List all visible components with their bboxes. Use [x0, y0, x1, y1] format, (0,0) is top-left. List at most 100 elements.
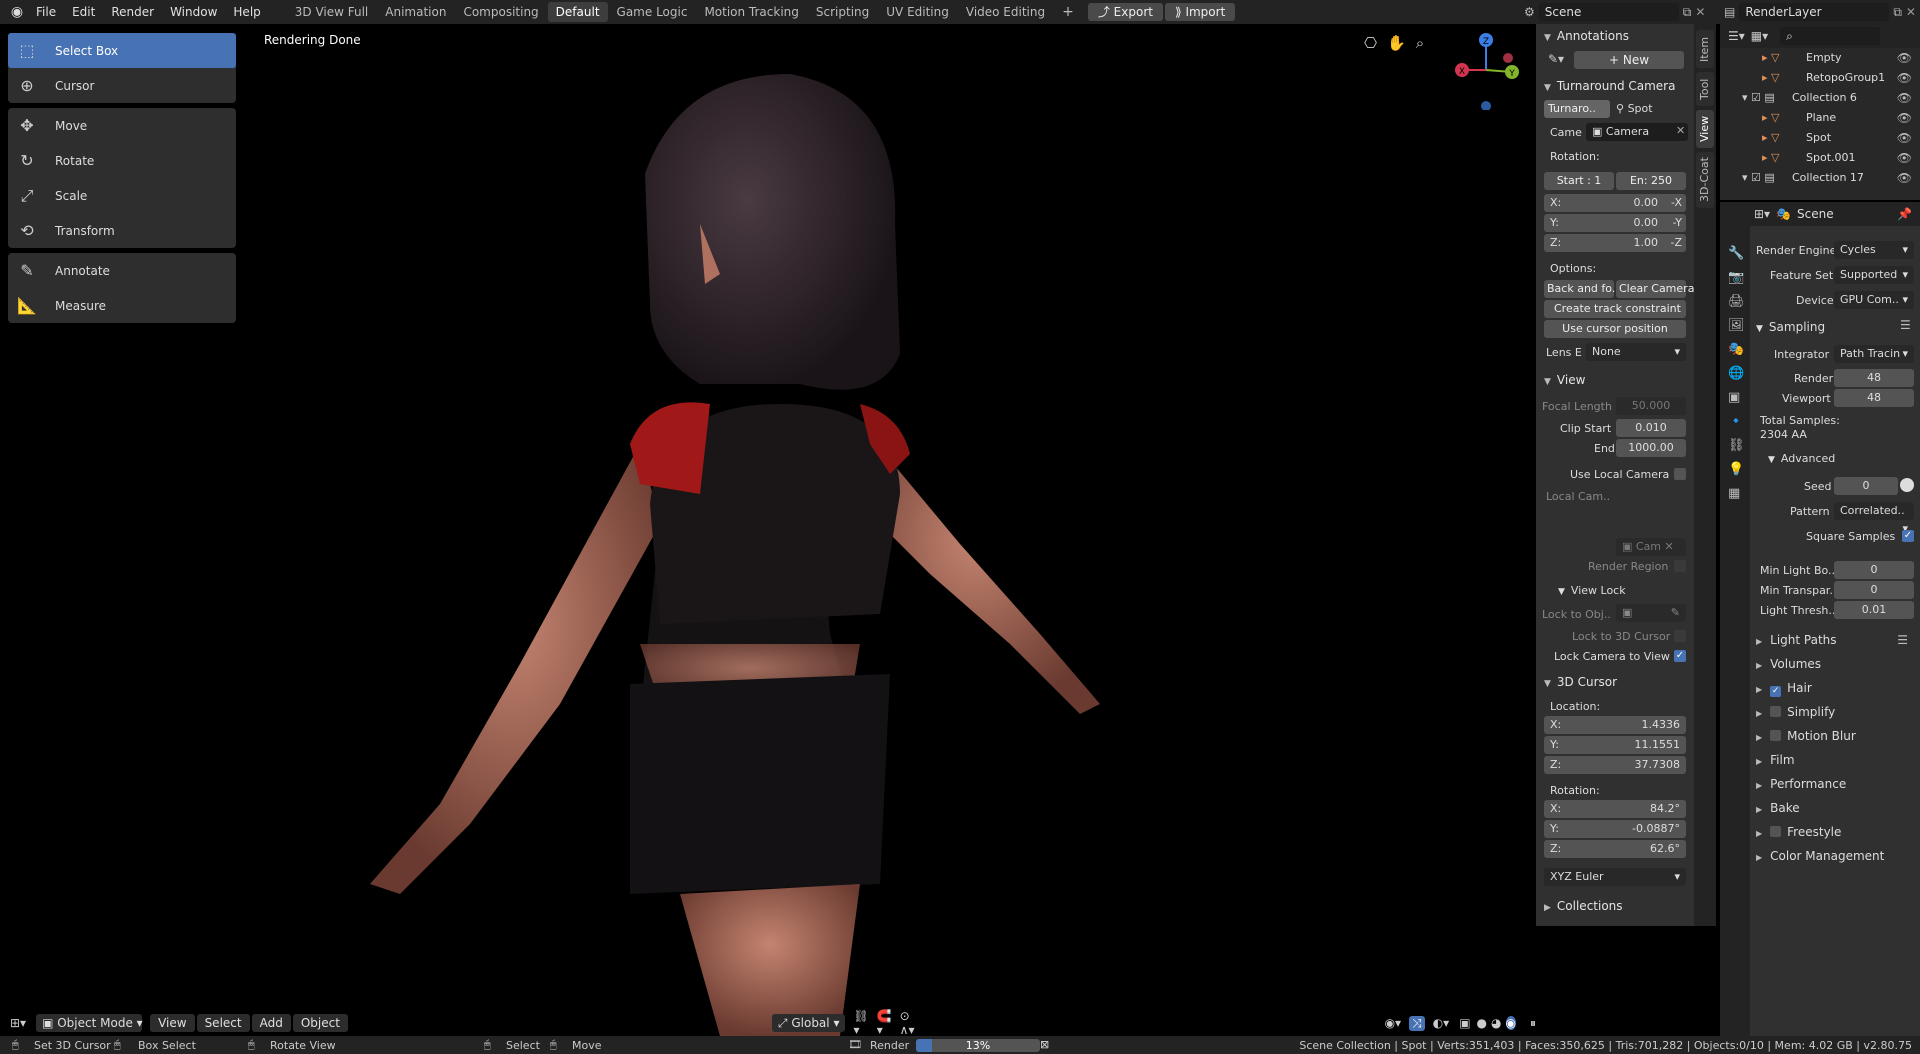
annotations-header[interactable]: ▼ Annotations: [1536, 24, 1694, 48]
workspace-tab-scripting[interactable]: Scripting: [808, 2, 877, 22]
panel-motion-blur[interactable]: ▶ Motion Blur: [1750, 724, 1920, 748]
square-samples-checkbox[interactable]: ✓: [1902, 530, 1914, 542]
menu-edit[interactable]: Edit: [64, 0, 103, 24]
shading-material-icon[interactable]: ◕: [1491, 1016, 1501, 1030]
z-axis-button[interactable]: -Z: [1670, 234, 1682, 252]
turnaround-tab[interactable]: Turnaro..: [1544, 100, 1610, 118]
visibility-eye-icon[interactable]: 👁: [1897, 48, 1912, 68]
tool-transform[interactable]: ⟲ Transform: [8, 213, 236, 248]
workspace-tab-default[interactable]: Default: [547, 2, 608, 22]
header-menu-view[interactable]: View: [150, 1014, 195, 1032]
properties-editor-icon[interactable]: ⊞▾: [1754, 207, 1770, 221]
pattern-dropdown[interactable]: Correlated.. ▾: [1834, 502, 1914, 535]
outliner-item[interactable]: ▾ ☑ ▤ Collection 17 👁: [1720, 168, 1920, 188]
outliner-item[interactable]: ▸ ▽ RetopoGroup1 👁: [1720, 68, 1920, 88]
outliner-editor-icon[interactable]: ☰▾: [1728, 29, 1745, 43]
menu-render[interactable]: Render: [103, 0, 162, 24]
view-lock-header[interactable]: ▼ View Lock: [1558, 584, 1626, 597]
menu-window[interactable]: Window: [162, 0, 225, 24]
y-axis-button[interactable]: -Y: [1673, 214, 1682, 232]
modifier-props-icon[interactable]: 🔹: [1728, 410, 1745, 434]
back-and-forth-button[interactable]: Back and fo..: [1544, 280, 1619, 298]
view-layer-props-icon[interactable]: 🖼: [1728, 314, 1745, 338]
transform-orientation-dropdown[interactable]: ⤢ Global ▾: [771, 1014, 846, 1032]
panel-performance[interactable]: ▶ Performance: [1750, 772, 1920, 796]
lock-to-object-field[interactable]: ▣ ✎: [1616, 604, 1686, 622]
light-threshold-field[interactable]: 0.01: [1834, 601, 1914, 619]
shading-solid-icon[interactable]: ●: [1477, 1016, 1487, 1030]
focal-length-field[interactable]: 50.000: [1616, 397, 1686, 415]
start-frame-field[interactable]: Start : 1: [1544, 172, 1614, 190]
tool-measure[interactable]: 📐 Measure: [8, 288, 236, 323]
lock-to-3d-cursor-checkbox[interactable]: [1674, 630, 1686, 642]
scene-selector[interactable]: Scene: [1538, 3, 1679, 21]
output-props-icon[interactable]: 🖨: [1728, 290, 1745, 314]
cursor-rot-z-field[interactable]: Z: 62.6°: [1544, 840, 1686, 858]
workspace-tab-animation[interactable]: Animation: [377, 2, 454, 22]
tab-tool[interactable]: Tool: [1696, 72, 1714, 106]
cursor-loc-x-field[interactable]: X: 1.4336: [1544, 716, 1686, 734]
workspace-tab-game-logic[interactable]: Game Logic: [609, 2, 696, 22]
min-transparent-bounces-field[interactable]: 0: [1834, 581, 1914, 599]
workspace-tab-motion-tracking[interactable]: Motion Tracking: [696, 2, 806, 22]
visibility-eye-icon[interactable]: 👁: [1897, 128, 1912, 148]
cursor-rot-x-field[interactable]: X: 84.2°: [1544, 800, 1686, 818]
outliner-item[interactable]: ▸ ▽ Spot 👁: [1720, 128, 1920, 148]
panel-film[interactable]: ▶ Film: [1750, 748, 1920, 772]
integrator-dropdown[interactable]: Path Tracin ▾: [1834, 345, 1914, 363]
overlays-icon[interactable]: ◐▾: [1433, 1016, 1450, 1030]
use-cursor-position-button[interactable]: Use cursor position: [1544, 320, 1686, 338]
panel-bake[interactable]: ▶ Bake: [1750, 796, 1920, 820]
scene-props-icon[interactable]: 🎭: [1728, 338, 1745, 362]
data-props-icon[interactable]: 💡: [1728, 458, 1745, 482]
render-props-icon[interactable]: 📷: [1728, 266, 1745, 290]
object-props-icon[interactable]: ▣: [1728, 386, 1745, 410]
rotation-mode-dropdown[interactable]: XYZ Euler ▾: [1544, 868, 1686, 886]
panel-light-paths[interactable]: ▶ Light Paths ☰: [1750, 628, 1920, 652]
delete-layer-icon[interactable]: ✕: [1906, 5, 1916, 19]
visibility-eye-icon[interactable]: 👁: [1897, 148, 1912, 168]
cancel-render-icon[interactable]: ⊠: [1040, 1038, 1049, 1051]
scene-icon[interactable]: ⚙: [1524, 5, 1535, 19]
lens-dropdown[interactable]: None ▾: [1586, 343, 1686, 361]
object-mode-dropdown[interactable]: ▣ Object Mode ▾: [36, 1014, 143, 1032]
annotation-tool-icon[interactable]: ✎▾: [1548, 52, 1564, 66]
panel-enable-checkbox[interactable]: [1770, 730, 1782, 741]
tool-cursor[interactable]: ⊕ Cursor: [8, 68, 236, 103]
render-layer-selector[interactable]: RenderLayer: [1739, 3, 1890, 21]
snap-icon[interactable]: 🧲▾: [877, 1009, 892, 1037]
tool-move[interactable]: ✥ Move: [8, 108, 236, 143]
header-menu-select[interactable]: Select: [196, 1014, 250, 1032]
rot-x-field[interactable]: X: 0.00 -X: [1544, 194, 1686, 212]
workspace-tab-3d-view-full[interactable]: 3D View Full: [287, 2, 377, 22]
outliner-search-input[interactable]: ⌕: [1780, 27, 1881, 45]
camera-view-icon[interactable]: ⎔: [1364, 34, 1377, 52]
clear-camera-button[interactable]: Clear Camera: [1616, 280, 1694, 298]
pivot-icon[interactable]: ⛓▾: [853, 1009, 868, 1037]
render-engine-dropdown[interactable]: Cycles ▾: [1834, 241, 1914, 259]
editor-type-icon[interactable]: ⊞▾: [10, 1016, 26, 1030]
new-annotation-button[interactable]: + New: [1574, 51, 1684, 69]
visibility-icon[interactable]: ◉▾: [1385, 1016, 1402, 1030]
use-local-camera-checkbox[interactable]: [1674, 468, 1686, 480]
blender-logo-icon[interactable]: ◉: [6, 4, 28, 20]
workspace-tab-uv-editing[interactable]: UV Editing: [878, 2, 957, 22]
clip-end-field[interactable]: 1000.00: [1616, 439, 1686, 457]
panel-volumes[interactable]: ▶ Volumes: [1750, 652, 1920, 676]
3d-cursor-header[interactable]: ▼ 3D Cursor: [1536, 670, 1694, 694]
tool-annotate[interactable]: ✎ Annotate: [8, 253, 236, 288]
create-track-constraint-button[interactable]: Create track constraint: [1544, 300, 1686, 318]
presets-icon[interactable]: ☰: [1897, 628, 1908, 652]
pause-render-icon[interactable]: ⏸: [1530, 1016, 1536, 1031]
outliner-item[interactable]: ▸ ▽ Spot.001 👁: [1720, 148, 1920, 168]
zoom-icon[interactable]: ⌕: [1416, 34, 1424, 52]
rot-z-field[interactable]: Z: 1.00 -Z: [1544, 234, 1686, 252]
3d-viewport[interactable]: Rendering Done ⬚ Select Box ⊕ Cursor ✥ Move…: [0, 24, 1536, 1036]
tab-view[interactable]: View: [1696, 110, 1714, 148]
turnaround-camera-header[interactable]: ▼ Turnaround Camera: [1536, 74, 1694, 98]
render-samples-field[interactable]: 48: [1834, 369, 1914, 387]
cursor-loc-z-field[interactable]: Z: 37.7308: [1544, 756, 1686, 774]
workspace-tab-video-editing[interactable]: Video Editing: [958, 2, 1053, 22]
panel-enable-checkbox[interactable]: [1770, 826, 1782, 837]
pan-hand-icon[interactable]: ✋: [1387, 34, 1406, 52]
